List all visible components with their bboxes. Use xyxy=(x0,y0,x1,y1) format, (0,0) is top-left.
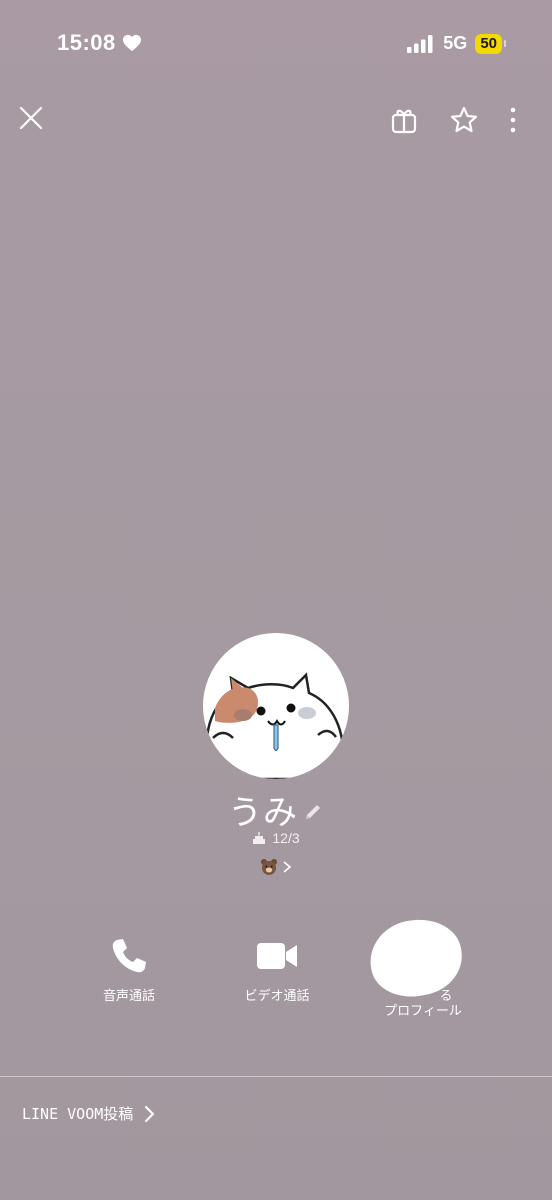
video-call-button[interactable]: ビデオ通話 xyxy=(202,930,352,1003)
profile-name: うみ xyxy=(228,794,298,832)
battery-badge: 50 xyxy=(475,33,506,54)
more-vertical-icon xyxy=(510,107,516,133)
video-camera-icon xyxy=(257,943,297,969)
voice-call-button[interactable]: 音声通話 xyxy=(54,930,204,1003)
gift-button[interactable] xyxy=(385,101,423,139)
status-time: 15:08 xyxy=(57,30,142,56)
chevron-right-icon xyxy=(283,861,292,873)
voom-label: LINE VOOM投稿 xyxy=(22,1105,134,1123)
network-type: 5G xyxy=(443,33,468,53)
profile-decoration[interactable] xyxy=(0,858,552,876)
birthday-text: 12/3 xyxy=(272,830,300,846)
status-bar: 15:08 5G 50 xyxy=(0,0,552,90)
gift-icon xyxy=(391,109,417,134)
line-voom-posts-link[interactable]: LINE VOOM投稿 xyxy=(22,1103,155,1124)
clock-text: 15:08 xyxy=(57,30,116,55)
voice-call-label: 音声通話 xyxy=(102,988,155,1003)
cat-avatar-image xyxy=(205,672,345,779)
divider xyxy=(0,1076,552,1077)
top-bar xyxy=(0,95,552,145)
birthday-row: 12/3 xyxy=(0,830,552,846)
action-buttons: 音声通話 ビデオ通話 るプロフィール xyxy=(0,930,552,1030)
phone-icon xyxy=(112,939,146,973)
status-indicators: 5G 50 xyxy=(407,33,506,54)
pencil-icon[interactable] xyxy=(302,801,324,823)
avatar[interactable] xyxy=(203,633,349,779)
heart-icon xyxy=(122,34,141,52)
favorite-button[interactable] xyxy=(445,101,483,139)
video-call-label: ビデオ通話 xyxy=(244,988,310,1003)
chevron-right-icon xyxy=(145,1105,155,1122)
bear-icon xyxy=(261,859,277,875)
cake-icon xyxy=(253,832,266,844)
name-row: うみ xyxy=(0,785,552,834)
close-icon xyxy=(19,106,43,130)
close-button[interactable] xyxy=(14,101,48,135)
more-button[interactable] xyxy=(498,101,528,139)
star-icon xyxy=(450,106,478,133)
signal-icon xyxy=(407,34,433,53)
keep-profile-label-line2: プロフィール xyxy=(384,1003,462,1018)
